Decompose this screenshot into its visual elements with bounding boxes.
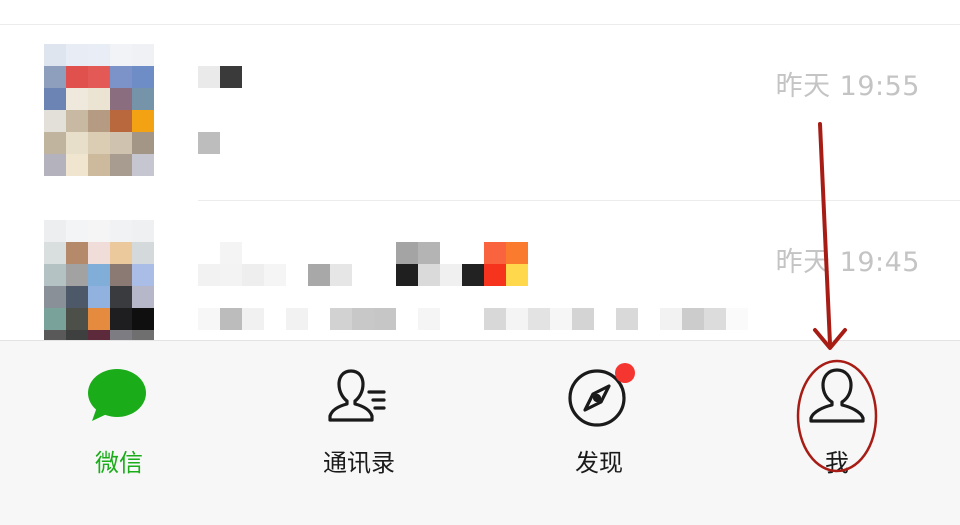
person-icon bbox=[805, 365, 869, 429]
chat-name-pixelated bbox=[198, 242, 528, 264]
chat-timestamp: 昨天 19:55 bbox=[775, 71, 920, 102]
message-preview-pixelated bbox=[198, 308, 748, 330]
tab-label: 微信 bbox=[95, 449, 143, 477]
chat-list: 昨天 19:55 昨天 19:45 bbox=[0, 0, 960, 340]
chat-timestamp: 昨天 19:45 bbox=[775, 247, 920, 278]
tab-label: 发现 bbox=[575, 449, 623, 477]
compass-icon bbox=[567, 363, 635, 429]
notification-dot bbox=[615, 363, 635, 383]
tab-label: 通讯录 bbox=[323, 449, 395, 477]
chat-bubble-icon bbox=[87, 365, 151, 429]
chat-item[interactable]: 昨天 19:55 bbox=[0, 24, 960, 200]
avatar bbox=[44, 44, 154, 176]
chat-item[interactable]: 昨天 19:45 bbox=[0, 200, 960, 340]
chat-name-pixelated bbox=[198, 66, 242, 88]
message-preview-pixelated bbox=[198, 132, 220, 154]
bottom-tab-bar: 微信 通讯录 发现 我 bbox=[0, 340, 960, 525]
tab-contacts[interactable]: 通讯录 bbox=[299, 365, 419, 485]
tab-label: 我 bbox=[825, 449, 849, 477]
tab-chats[interactable]: 微信 bbox=[59, 365, 179, 485]
contacts-icon bbox=[327, 365, 391, 429]
tab-discover[interactable]: 发现 bbox=[539, 363, 659, 485]
avatar bbox=[44, 220, 154, 340]
tab-me[interactable]: 我 bbox=[777, 365, 897, 485]
chat-name-pixelated bbox=[198, 264, 528, 286]
